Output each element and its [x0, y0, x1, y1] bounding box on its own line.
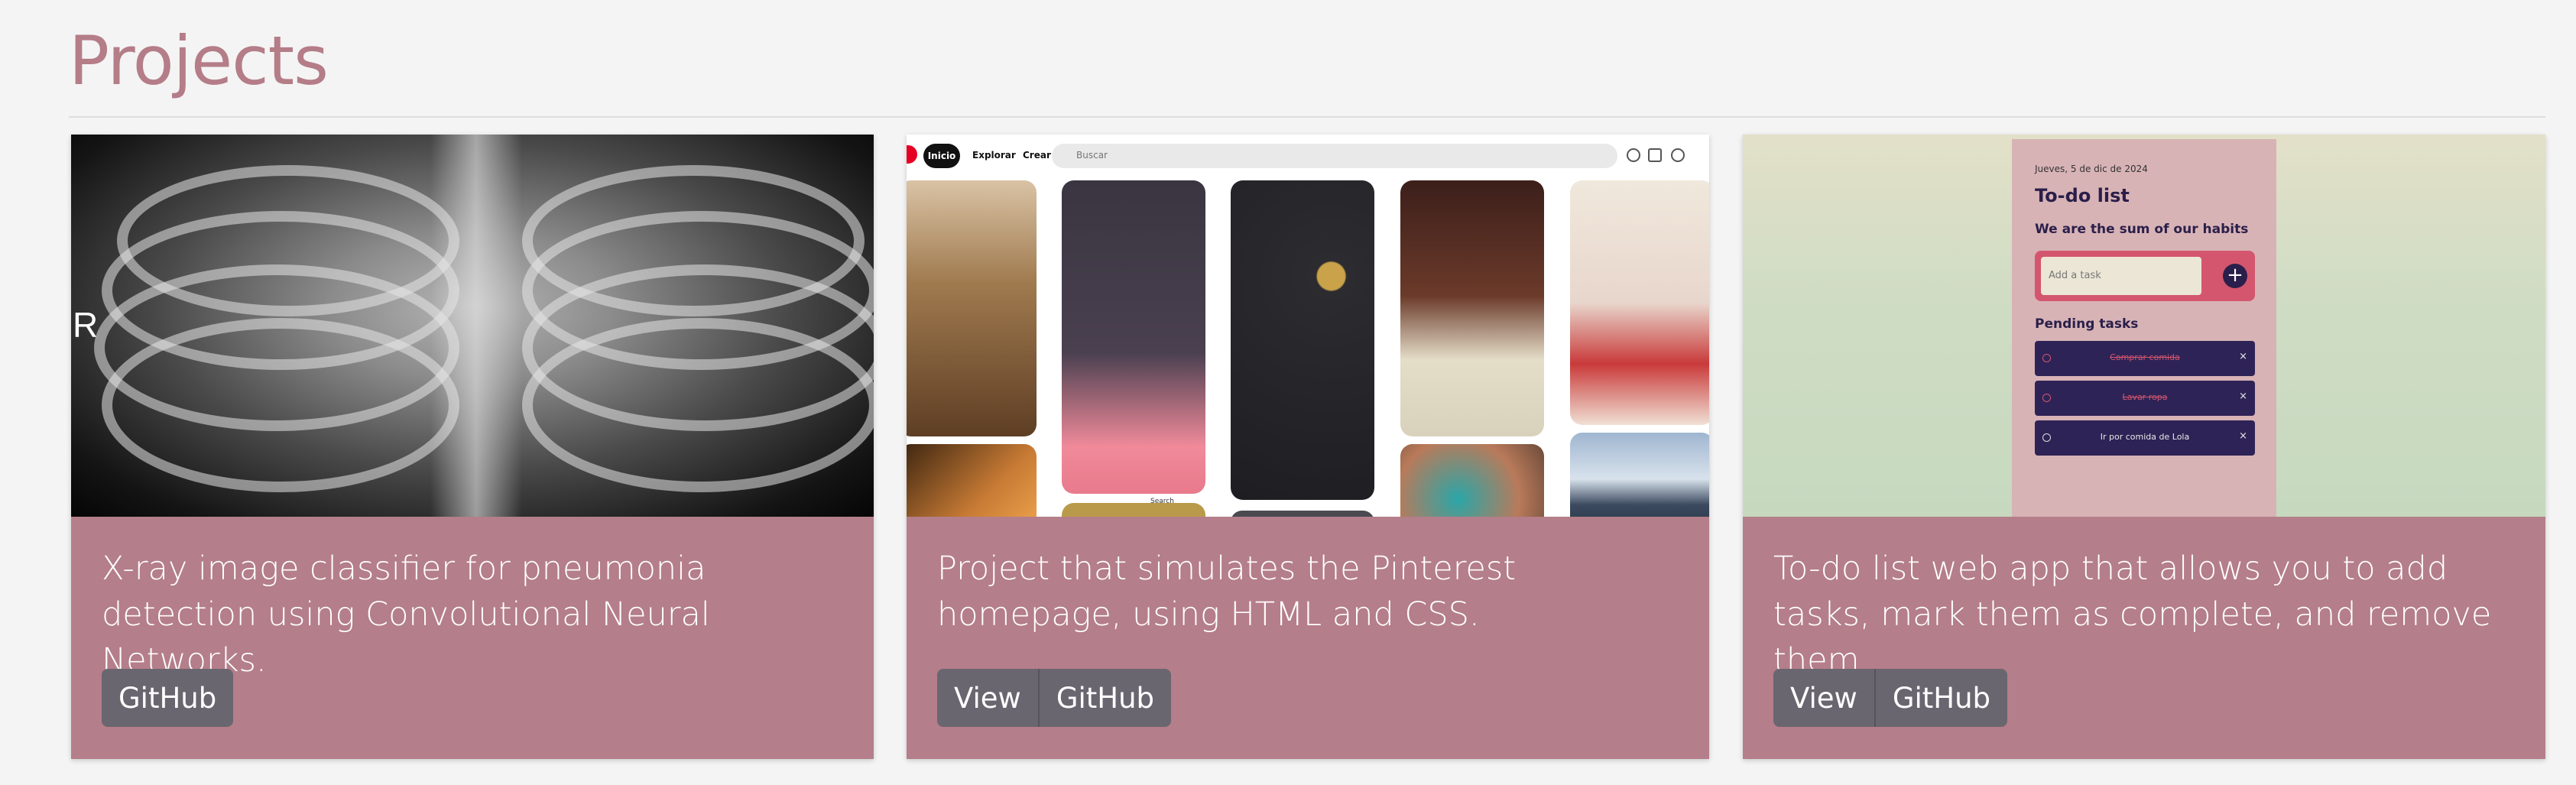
project-card-todo: Jueves, 5 de dic de 2024 To-do list We a… — [1743, 135, 2545, 759]
pinterest-logo-icon — [907, 145, 917, 164]
xray-rib — [522, 318, 874, 492]
github-button[interactable]: GitHub — [1037, 669, 1172, 727]
todo-subtitle: We are the sum of our habits — [2035, 222, 2249, 237]
plus-icon: + — [2223, 264, 2247, 288]
close-icon: × — [2239, 391, 2247, 402]
pinterest-topbar: Inicio Explorar Crear Buscar — [907, 135, 1709, 177]
todo-task-item: Lavar ropa × — [2035, 381, 2255, 416]
project-card-pinterest: Inicio Explorar Crear Buscar Search Proj… — [907, 135, 1709, 759]
section-title: Projects — [69, 21, 329, 100]
pin-spider-lily — [1570, 180, 1709, 425]
project-thumbnail-pinterest: Inicio Explorar Crear Buscar Search — [907, 135, 1709, 517]
todo-task-item: Comprar comida × — [2035, 341, 2255, 376]
project-description: To-do list web app that allows you to ad… — [1773, 550, 2492, 680]
project-description: Project that simulates the Pinterest hom… — [937, 550, 1517, 634]
profile-icon — [1671, 148, 1685, 162]
pinterest-search-bar: Buscar — [1052, 144, 1617, 168]
project-button-group: View GitHub — [937, 669, 1172, 727]
bell-icon — [1627, 148, 1640, 162]
todo-panel: Jueves, 5 de dic de 2024 To-do list We a… — [2012, 139, 2276, 517]
github-button[interactable]: GitHub — [1874, 669, 2008, 727]
project-button-group: View GitHub — [1773, 669, 2008, 727]
project-thumbnail-xray: R — [71, 135, 874, 517]
pinterest-nav-create: Crear — [1023, 150, 1051, 161]
pin-library — [907, 180, 1037, 436]
pin-window — [907, 444, 1037, 517]
message-icon — [1648, 148, 1662, 162]
pinterest-nav-explore: Explorar — [972, 150, 1016, 161]
close-icon: × — [2239, 430, 2247, 442]
project-description: X-ray image classifier for pneumonia det… — [102, 550, 710, 680]
project-card-xray: R X-ray image classifier for pneumonia d… — [71, 135, 874, 759]
pin-cat-shelf — [1400, 180, 1544, 436]
pin-cranes — [1231, 180, 1374, 500]
todo-pending-label: Pending tasks — [2035, 316, 2139, 332]
view-button[interactable]: View — [1773, 669, 1874, 727]
pinterest-nav-home: Inicio — [923, 144, 960, 168]
github-button[interactable]: GitHub — [102, 669, 234, 727]
todo-task-text: Ir por comida de Lola — [2100, 432, 2190, 442]
project-button-group: GitHub — [102, 669, 234, 727]
pin-gold — [1062, 503, 1205, 517]
todo-task-text: Lavar ropa — [2122, 392, 2168, 402]
todo-task-input: Add a task — [2041, 257, 2201, 295]
pin-dark — [1231, 511, 1374, 517]
todo-task-text: Comprar comida — [2110, 352, 2180, 362]
todo-task-item: Ir por comida de Lola × — [2035, 420, 2255, 456]
todo-title: To-do list — [2035, 185, 2130, 206]
todo-add-form: Add a task + — [2035, 251, 2255, 301]
project-thumbnail-todo: Jueves, 5 de dic de 2024 To-do list We a… — [1743, 135, 2545, 517]
todo-input-placeholder: Add a task — [2049, 270, 2101, 281]
xray-side-marker: R — [73, 305, 99, 345]
view-button[interactable]: View — [937, 669, 1038, 727]
pin-teal-art — [1400, 444, 1544, 517]
section-divider — [69, 116, 2545, 118]
pinterest-search-placeholder: Buscar — [1076, 150, 1108, 161]
pin-cherry-jar — [1062, 180, 1205, 494]
xray-rib — [102, 318, 459, 492]
todo-date: Jueves, 5 de dic de 2024 — [2035, 164, 2148, 174]
close-icon: × — [2239, 351, 2247, 362]
pin-mountain — [1570, 433, 1709, 517]
